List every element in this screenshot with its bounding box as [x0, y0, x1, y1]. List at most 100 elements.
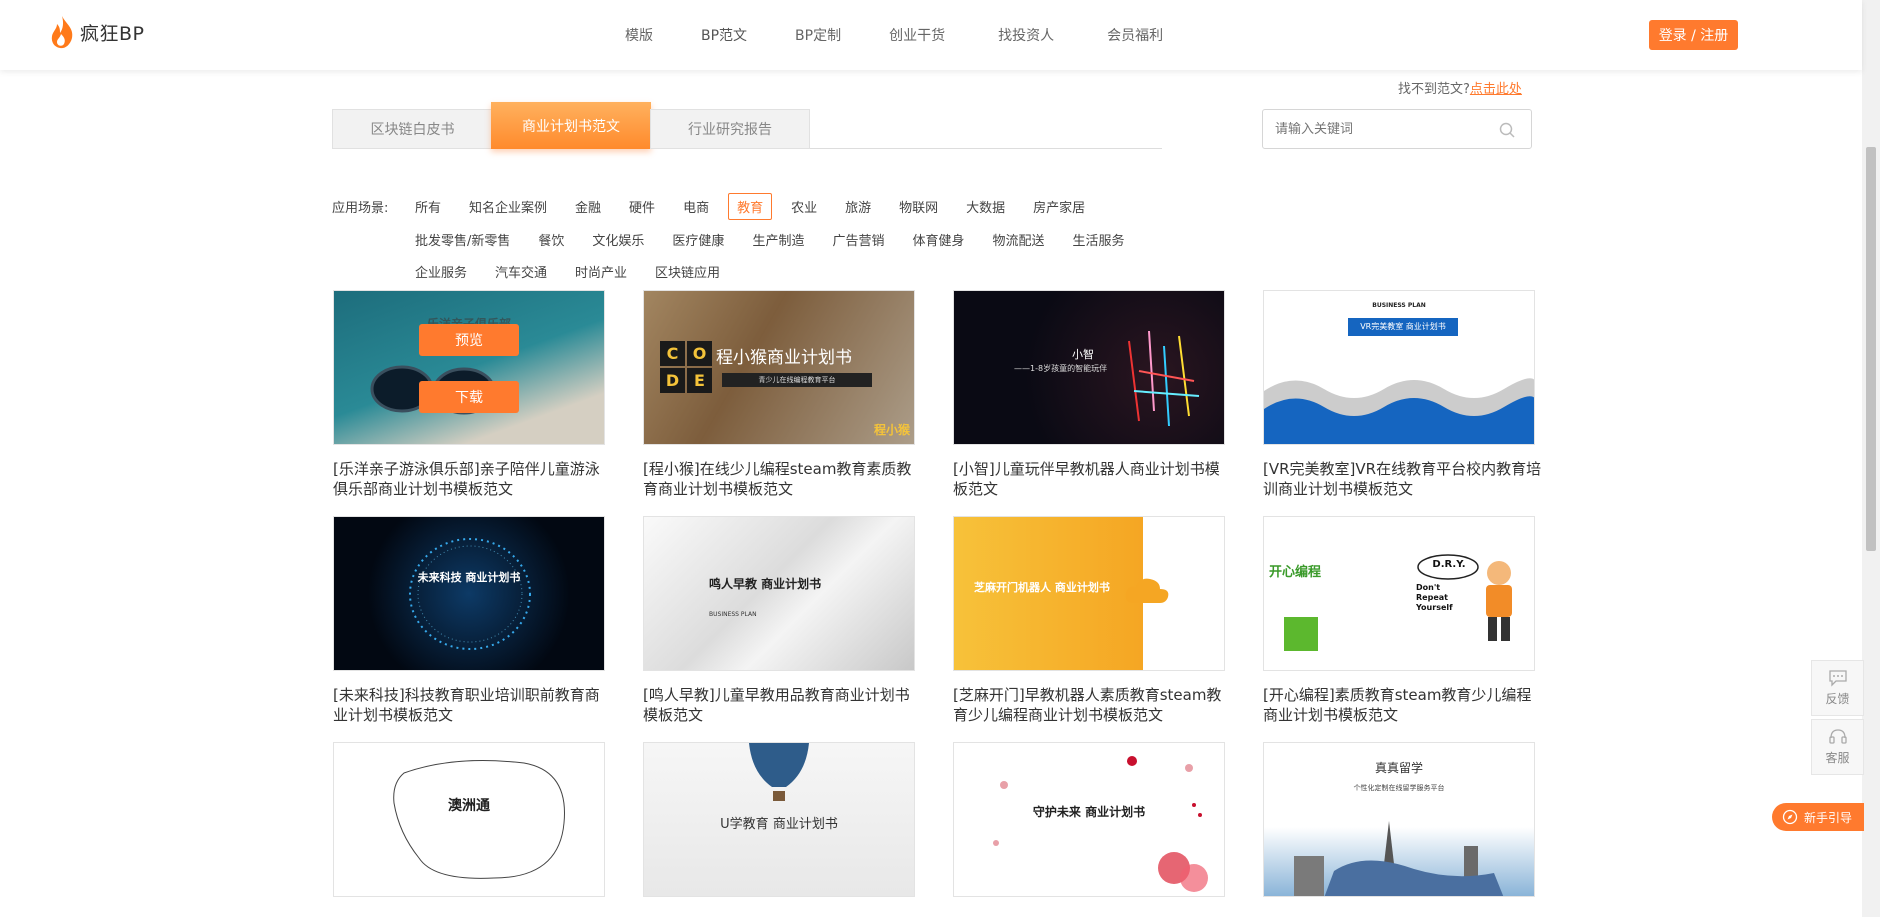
template-card[interactable]: 守护未来 商业计划书 [953, 742, 1225, 911]
template-card[interactable]: 小智 ——1-8岁孩童的智能玩伴 [小智]儿童玩伴早教机器人商业计划书模板范文 [953, 290, 1225, 499]
template-thumbnail[interactable]: 守护未来 商业计划书 [953, 742, 1225, 897]
filter-healthcare[interactable]: 医疗健康 [663, 226, 733, 253]
feedback-label: 反馈 [1825, 692, 1850, 706]
template-card[interactable]: 真真留学 个性化定制在线留学服务平台 [1263, 742, 1535, 911]
preview-button[interactable]: 预览 [419, 324, 519, 356]
logo[interactable]: 疯狂BP [48, 14, 145, 50]
thumb-title: 未来科技 商业计划书 [417, 571, 521, 584]
filter-all[interactable]: 所有 [406, 193, 450, 220]
card-title[interactable]: [VR完美教室]VR在线教育平台校内教育培训商业计划书模板范文 [1263, 459, 1543, 499]
template-card[interactable]: U学教育 商业计划书 [643, 742, 915, 911]
filter-hardware[interactable]: 硬件 [620, 193, 664, 220]
nav-bp-samples[interactable]: BP范文 [701, 25, 747, 45]
filter-manufacturing[interactable]: 生产制造 [743, 226, 813, 253]
search-box [1262, 109, 1532, 149]
card-title[interactable]: [开心编程]素质教育steam教育少儿编程商业计划书模板范文 [1263, 685, 1543, 725]
green-square [1284, 617, 1318, 651]
dots-graphic [993, 756, 1208, 892]
page-scrollbar[interactable] [1862, 0, 1880, 917]
filter-entertainment[interactable]: 文化娱乐 [583, 226, 653, 253]
filter-retail[interactable]: 批发零售/新零售 [406, 226, 519, 253]
filter-famous-companies[interactable]: 知名企业案例 [460, 193, 556, 220]
filter-enterprise[interactable]: 企业服务 [406, 258, 476, 285]
filter-label: 应用场景: [332, 201, 389, 216]
filter-automotive[interactable]: 汽车交通 [486, 258, 556, 285]
template-card[interactable]: 澳洲通 [333, 742, 605, 911]
login-register-button[interactable]: 登录 / 注册 [1649, 20, 1738, 50]
guide-label: 新手引导 [1804, 810, 1853, 825]
search-input[interactable] [1275, 121, 1485, 137]
template-thumbnail[interactable]: C O D E 程小猴商业计划书 青少儿在线编程教育平台 程小猴 [643, 290, 915, 445]
card-title[interactable]: [小智]儿童玩伴早教机器人商业计划书模板范文 [953, 459, 1233, 499]
template-thumbnail[interactable]: 鸣人早教 商业计划书 BUSINESS PLAN [643, 516, 915, 671]
template-card[interactable]: C O D E 程小猴商业计划书 青少儿在线编程教育平台 程小猴 [程小猴]在线… [643, 290, 915, 499]
template-card[interactable]: 乐洋亲子俱乐部 预览 下载 [乐洋亲子游泳俱乐部]亲子陪伴儿童游泳俱乐部商业计划… [333, 290, 605, 499]
cartoon-man-icon [1486, 561, 1512, 641]
filter-agriculture[interactable]: 农业 [782, 193, 826, 220]
template-thumbnail[interactable]: 小智 ——1-8岁孩童的智能玩伴 [953, 290, 1225, 445]
card-title[interactable]: [乐洋亲子游泳俱乐部]亲子陪伴儿童游泳俱乐部商业计划书模板范文 [333, 459, 613, 499]
template-thumbnail[interactable]: 芝麻开门机器人 商业计划书 [953, 516, 1225, 671]
filter-life-services[interactable]: 生活服务 [1064, 226, 1134, 253]
scrollbar-thumb[interactable] [1866, 147, 1876, 551]
search-icon[interactable] [1499, 122, 1515, 138]
thumb-top-label: BUSINESS PLAN [1372, 302, 1426, 309]
page: 疯狂BP 模版 BP范文 BP定制 创业干货 找投资人 会员福利 登录 / 注册… [0, 0, 1880, 917]
template-card[interactable]: 未来科技 商业计划书 [未来科技]科技教育职业培训职前教育商业计划书模板范文 [333, 516, 605, 725]
thumb-subtitle: 青少儿在线编程教育平台 [722, 373, 872, 387]
card-title[interactable]: [芝麻开门]早教机器人素质教育steam教育少儿编程商业计划书模板范文 [953, 685, 1233, 725]
thumb-subtitle: 个性化定制在线留学服务平台 [1353, 784, 1445, 792]
template-thumbnail[interactable]: 开心编程 D.R.Y. Don't Repeat Yourself [1263, 516, 1535, 671]
main-nav: 模版 BP范文 BP定制 创业干货 找投资人 会员福利 [600, 0, 1211, 70]
filter-ecommerce[interactable]: 电商 [674, 193, 718, 220]
customer-service-widget[interactable]: 客服 [1811, 719, 1864, 775]
thumb-title: 守护未来 商业计划书 [1032, 805, 1146, 819]
template-thumbnail[interactable]: 未来科技 商业计划书 [333, 516, 605, 671]
filter-advertising[interactable]: 广告营销 [823, 226, 893, 253]
code-block: C [660, 341, 685, 366]
filter-iot[interactable]: 物联网 [890, 193, 947, 220]
filter-real-estate[interactable]: 房产家居 [1024, 193, 1094, 220]
template-card[interactable]: 芝麻开门机器人 商业计划书 [芝麻开门]早教机器人素质教育steam教育少儿编程… [953, 516, 1225, 725]
filter-education[interactable]: 教育 [728, 193, 773, 220]
filter-travel[interactable]: 旅游 [836, 193, 880, 220]
filter-row-2: 批发零售/新零售 餐饮 文化娱乐 医疗健康 生产制造 广告营销 体育健身 物流配… [406, 226, 1144, 253]
flame-logo-icon [51, 16, 73, 49]
thumb-title: 真真留学 [1374, 761, 1423, 775]
click-here-link[interactable]: 点击此处 [1470, 82, 1522, 97]
filter-sports[interactable]: 体育健身 [903, 226, 973, 253]
nav-templates[interactable]: 模版 [625, 25, 653, 45]
template-thumbnail[interactable]: U学教育 商业计划书 [643, 742, 915, 897]
tab-business-plan-samples[interactable]: 商业计划书范文 [491, 102, 651, 149]
nav-bp-custom[interactable]: BP定制 [795, 25, 841, 45]
filter-fashion[interactable]: 时尚产业 [566, 258, 636, 285]
template-card[interactable]: 开心编程 D.R.Y. Don't Repeat Yourself [开心编程]… [1263, 516, 1535, 725]
card-title[interactable]: [鸣人早教]儿童早教用品教育商业计划书模板范文 [643, 685, 923, 725]
download-button[interactable]: 下载 [419, 381, 519, 413]
thumb-title: VR完美教室 商业计划书 [1348, 318, 1458, 336]
filter-row-3: 企业服务 汽车交通 时尚产业 区块链应用 [406, 258, 739, 285]
template-thumbnail[interactable]: 乐洋亲子俱乐部 预览 下载 [333, 290, 605, 445]
template-thumbnail[interactable]: 真真留学 个性化定制在线留学服务平台 [1263, 742, 1535, 897]
template-thumbnail[interactable]: 澳洲通 [333, 742, 605, 897]
filter-big-data[interactable]: 大数据 [957, 193, 1014, 220]
filter-catering[interactable]: 餐饮 [529, 226, 573, 253]
nav-member-benefits[interactable]: 会员福利 [1107, 25, 1163, 45]
template-card[interactable]: 鸣人早教 商业计划书 BUSINESS PLAN [鸣人早教]儿童早教用品教育商… [643, 516, 915, 725]
card-title[interactable]: [未来科技]科技教育职业培训职前教育商业计划书模板范文 [333, 685, 613, 725]
template-card[interactable]: BUSINESS PLAN VR完美教室 商业计划书 [VR完美教室]VR在线教… [1263, 290, 1541, 499]
filter-finance[interactable]: 金融 [566, 193, 610, 220]
tab-industry-reports[interactable]: 行业研究报告 [650, 109, 810, 149]
filter-logistics[interactable]: 物流配送 [983, 226, 1053, 253]
template-thumbnail[interactable]: BUSINESS PLAN VR完美教室 商业计划书 [1263, 290, 1535, 445]
feedback-widget[interactable]: 反馈 [1811, 660, 1864, 716]
logo-text: 疯狂BP [80, 22, 145, 45]
filter-blockchain[interactable]: 区块链应用 [646, 258, 729, 285]
nav-startup-tips[interactable]: 创业干货 [889, 25, 945, 45]
thumb-title: 澳洲通 [448, 798, 490, 814]
robot-sparkle-graphic [1128, 330, 1200, 427]
card-title[interactable]: [程小猴]在线少儿编程steam教育素质教育商业计划书模板范文 [643, 459, 923, 499]
nav-find-investors[interactable]: 找投资人 [998, 25, 1054, 45]
newbie-guide-button[interactable]: 新手引导 [1772, 803, 1864, 831]
tab-blockchain-whitepaper[interactable]: 区块链白皮书 [332, 109, 493, 149]
